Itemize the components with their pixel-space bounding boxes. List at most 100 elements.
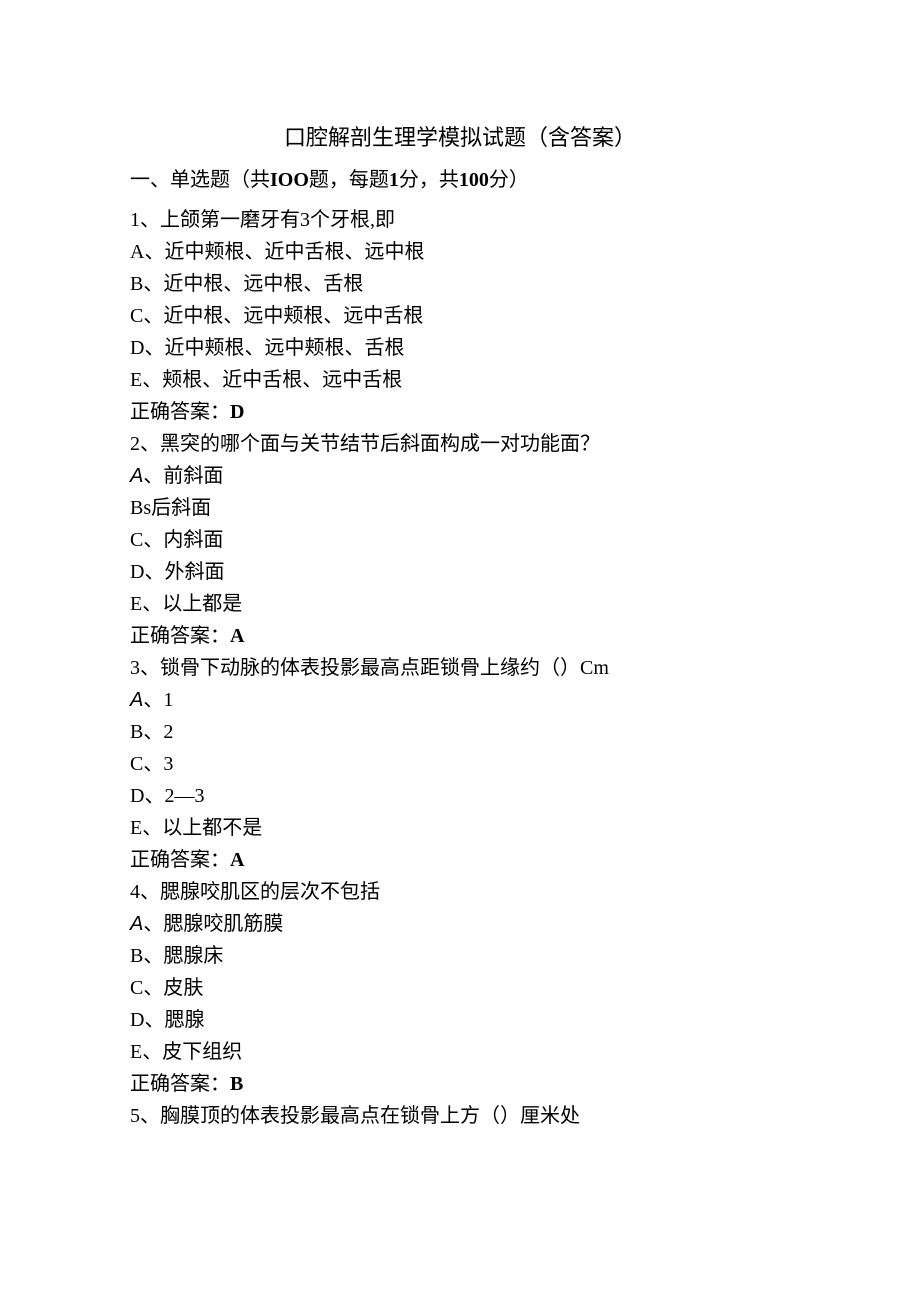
option-separator: 、 [142,369,162,391]
option-label: A [130,465,143,487]
option-label: D [130,561,144,583]
option-label: B [130,273,143,295]
option-text: 2 [163,721,173,743]
section-suffix: 分） [489,169,529,191]
question-stem: 4、腮腺咬肌区的层次不包括 [130,876,790,908]
option-separator: 、 [142,593,162,615]
option-label: C [130,305,143,327]
question-stem: 5、胸膜顶的体表投影最高点在锁骨上方（）厘米处 [130,1100,790,1132]
option-separator: 、 [143,945,163,967]
option-separator: 、 [144,337,164,359]
section-mid2: 分，共 [399,169,459,191]
option: D、2—3 [130,780,790,812]
question-text: 、黑突的哪个面与关节结节后斜面构成一对功能面？ [140,433,600,455]
option-separator: 、 [143,305,163,327]
answer-label: 正确答案： [130,849,230,871]
option-separator: 、 [142,1041,162,1063]
option: C、内斜面 [130,524,790,556]
option-separator: 、 [143,913,163,935]
answer-label: 正确答案： [130,625,230,647]
option-separator: 、 [143,273,163,295]
option-text: 外斜面 [164,561,224,583]
option-separator: 、 [143,465,163,487]
answer-label: 正确答案： [130,1073,230,1095]
option-label: B [130,721,143,743]
question-text: 、胸膜顶的体表投影最高点在锁骨上方（）厘米处 [140,1105,580,1127]
option-text: 内斜面 [163,529,223,551]
option: A、1 [130,684,790,716]
answer-value: A [230,849,244,871]
question-number: 1 [130,209,140,231]
option: B、2 [130,716,790,748]
option-separator: 、 [143,689,163,711]
option: A、腮腺咬肌筋膜 [130,908,790,940]
option: D、外斜面 [130,556,790,588]
option: C、皮肤 [130,972,790,1004]
option-text: 后斜面 [151,497,211,519]
question-number: 2 [130,433,140,455]
question-text: 、锁骨下动脉的体表投影最高点距锁骨上缘约（）Cm [140,657,609,679]
option-label: B [130,945,143,967]
option: B、腮腺床 [130,940,790,972]
option-text: 近中颊根、远中颊根、舌根 [164,337,404,359]
answer-value: D [230,401,244,423]
option-text: 腮腺床 [163,945,223,967]
option-separator: 、 [143,753,163,775]
option-label: D [130,785,144,807]
option-separator: 、 [143,529,163,551]
option-text: 以上都不是 [162,817,262,839]
option-label: Bs [130,497,151,519]
option-separator: 、 [144,1009,164,1031]
answer-value: A [230,625,244,647]
option-separator: 、 [143,977,163,999]
section-count2: 100 [459,169,489,191]
option-label: C [130,529,143,551]
option-text: 2—3 [164,785,204,807]
question-stem: 3、锁骨下动脉的体表投影最高点距锁骨上缘约（）Cm [130,652,790,684]
option-label: A [130,241,144,263]
option-label: E [130,593,142,615]
option: A、近中颊根、近中舌根、远中根 [130,236,790,268]
option-separator: 、 [143,721,163,743]
option-text: 腮腺 [164,1009,204,1031]
question-stem: 1、上颌第一磨牙有3个牙根,即 [130,204,790,236]
answer: 正确答案：B [130,1068,790,1100]
option-text: 前斜面 [163,465,223,487]
question-number: 4 [130,881,140,903]
option: C、近中根、远中颊根、远中舌根 [130,300,790,332]
questions-container: 1、上颌第一磨牙有3个牙根,即A、近中颊根、近中舌根、远中根B、近中根、远中根、… [130,204,790,1132]
section-mid1: 题，每题 [309,169,389,191]
section-header: 一、单选题（共IOO题，每题1分，共100分） [130,164,790,196]
question-text: 、上颌第一磨牙有3个牙根,即 [140,209,395,231]
answer-label: 正确答案： [130,401,230,423]
option-text: 近中颊根、近中舌根、远中根 [164,241,424,263]
answer: 正确答案：A [130,620,790,652]
option: A、前斜面 [130,460,790,492]
option-text: 颊根、近中舌根、远中舌根 [162,369,402,391]
option-label: C [130,977,143,999]
question-stem: 2、黑突的哪个面与关节结节后斜面构成一对功能面？ [130,428,790,460]
option-label: D [130,337,144,359]
option-separator: 、 [144,561,164,583]
option: B、近中根、远中根、舌根 [130,268,790,300]
option: Bs后斜面 [130,492,790,524]
question-number: 5 [130,1105,140,1127]
option-separator: 、 [144,241,164,263]
option: C、3 [130,748,790,780]
option-label: D [130,1009,144,1031]
option-separator: 、 [142,817,162,839]
section-count1: IOO [270,169,309,191]
option-label: E [130,1041,142,1063]
answer-value: B [230,1073,243,1095]
option-text: 近中根、远中根、舌根 [163,273,363,295]
option: E、颊根、近中舌根、远中舌根 [130,364,790,396]
section-prefix: 一、单选题（共 [130,169,270,191]
option-label: E [130,817,142,839]
option-label: A [130,913,143,935]
option-text: 皮肤 [163,977,203,999]
option-label: C [130,753,143,775]
option: E、皮下组织 [130,1036,790,1068]
option-label: E [130,369,142,391]
answer: 正确答案：A [130,844,790,876]
section-score-each: 1 [389,169,399,191]
